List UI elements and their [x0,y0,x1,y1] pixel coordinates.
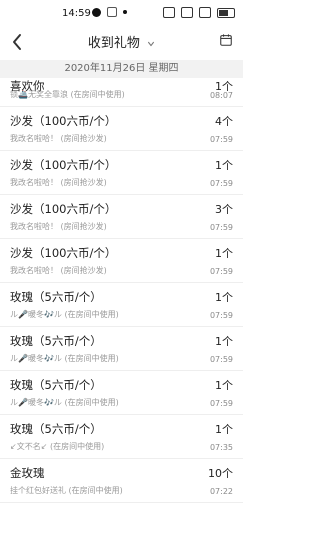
page-title-wrap[interactable]: 收到礼物 [0,32,243,51]
gift-row[interactable]: 沙发（100六币/个） 我改名啦哈！ (房间抢沙发) 4个 07:59 [0,107,243,151]
gift-time: 07:59 [209,311,233,320]
gift-sender: ル🎤暖冬🎶ル (在房间中使用) [10,310,119,319]
gift-sender: ル🎤暖冬🎶ル (在房间中使用) [10,354,119,363]
status-bar: 14:59 [0,0,243,26]
gift-row[interactable]: 玫瑰（5六币/个） ル🎤暖冬🎶ル (在房间中使用) 1个 07:59 [0,371,243,415]
gift-row[interactable]: 沙发（100六币/个） 我改名啦哈！ (房间抢沙发) 1个 07:59 [0,151,243,195]
gift-time: 07:59 [209,399,233,408]
gift-time: 07:59 [209,355,233,364]
chevron-down-icon [148,41,155,46]
gift-sender: ル🎤暖冬🎶ル (在房间中使用) [10,398,119,407]
gift-sender: 我改名啦哈！ (房间抢沙发) [10,222,107,231]
sim-icon [199,7,211,18]
date-header: 2020年11月26日 星期四 [0,60,243,78]
page-title: 收到礼物 [87,36,140,51]
gift-count: 1个 [215,335,233,348]
x-circle-icon [92,7,101,17]
gift-sender: 我改名啦哈！ (房间抢沙发) [10,134,107,143]
gift-name: 玫瑰（5六币/个） [10,378,102,392]
gift-time: 07:59 [209,267,233,276]
gift-count: 1个 [215,291,233,304]
gift-time: 07:59 [209,223,233,232]
gift-count: 1个 [215,247,233,260]
gift-sender: 我改名啦哈！ (房间抢沙发) [10,266,107,275]
status-time: 14:59 [62,8,91,19]
status-right-icons [163,7,235,18]
gift-count: 1个 [215,159,233,172]
gift-count: 10个 [208,467,233,480]
gift-name: 玫瑰（5六币/个） [10,290,102,304]
gift-name: 沙发（100六币/个） [10,202,117,216]
calendar-icon[interactable] [219,33,233,47]
gift-row[interactable]: 沙发（100六币/个） 我改名啦哈！ (房间抢沙发) 3个 07:59 [0,195,243,239]
gift-row[interactable]: 喜欢你 锁🚢无奖全靠浪 (在房间中使用) 1个 08:07 [0,78,243,107]
gift-row[interactable]: 玫瑰（5六币/个） ル🎤暖冬🎶ル (在房间中使用) 1个 07:59 [0,283,243,327]
gift-count: 1个 [215,379,233,392]
gift-count: 1个 [215,423,233,436]
gift-time: 07:59 [209,135,233,144]
gift-row[interactable]: 金玫瑰 挂个红包好送礼 (在房间中使用) 10个 07:22 [0,459,243,503]
gift-row[interactable]: 沙发（100六币/个） 我改名啦哈！ (房间抢沙发) 1个 07:59 [0,239,243,283]
gift-count: 3个 [215,203,233,216]
gift-name: 玫瑰（5六币/个） [10,422,102,436]
gift-name: 沙发（100六币/个） [10,246,117,260]
gift-sender: 挂个红包好送礼 (在房间中使用) [10,486,123,495]
gift-count: 4个 [215,115,233,128]
gift-time: 08:07 [209,91,233,100]
status-left-icons [92,7,127,17]
gift-sender: ↙文不名↙ (在房间中使用) [10,442,105,451]
gift-list: 喜欢你 锁🚢无奖全靠浪 (在房间中使用) 1个 08:07 沙发（100六币/个… [0,78,243,503]
gift-time: 07:59 [209,179,233,188]
gift-name: 沙发（100六币/个） [10,158,117,172]
gift-time: 07:22 [209,487,233,496]
gift-name: 金玫瑰 [10,466,45,480]
gift-name: 玫瑰（5六币/个） [10,334,102,348]
wifi-icon [181,7,193,18]
gift-sender: 锁🚢无奖全靠浪 (在房间中使用) [10,90,125,99]
app-icon [107,7,117,17]
gift-row[interactable]: 玫瑰（5六币/个） ↙文不名↙ (在房间中使用) 1个 07:35 [0,415,243,459]
gift-name: 沙发（100六币/个） [10,114,117,128]
gift-time: 07:35 [209,443,233,452]
dot-icon [123,10,127,14]
gift-sender: 我改名啦哈！ (房间抢沙发) [10,178,107,187]
date-text: 2020年11月26日 星期四 [64,63,179,74]
top-navigation: 收到礼物 [0,26,243,58]
gift-row[interactable]: 玫瑰（5六币/个） ル🎤暖冬🎶ル (在房间中使用) 1个 07:59 [0,327,243,371]
do-not-disturb-icon [163,7,175,18]
battery-icon [217,7,235,18]
